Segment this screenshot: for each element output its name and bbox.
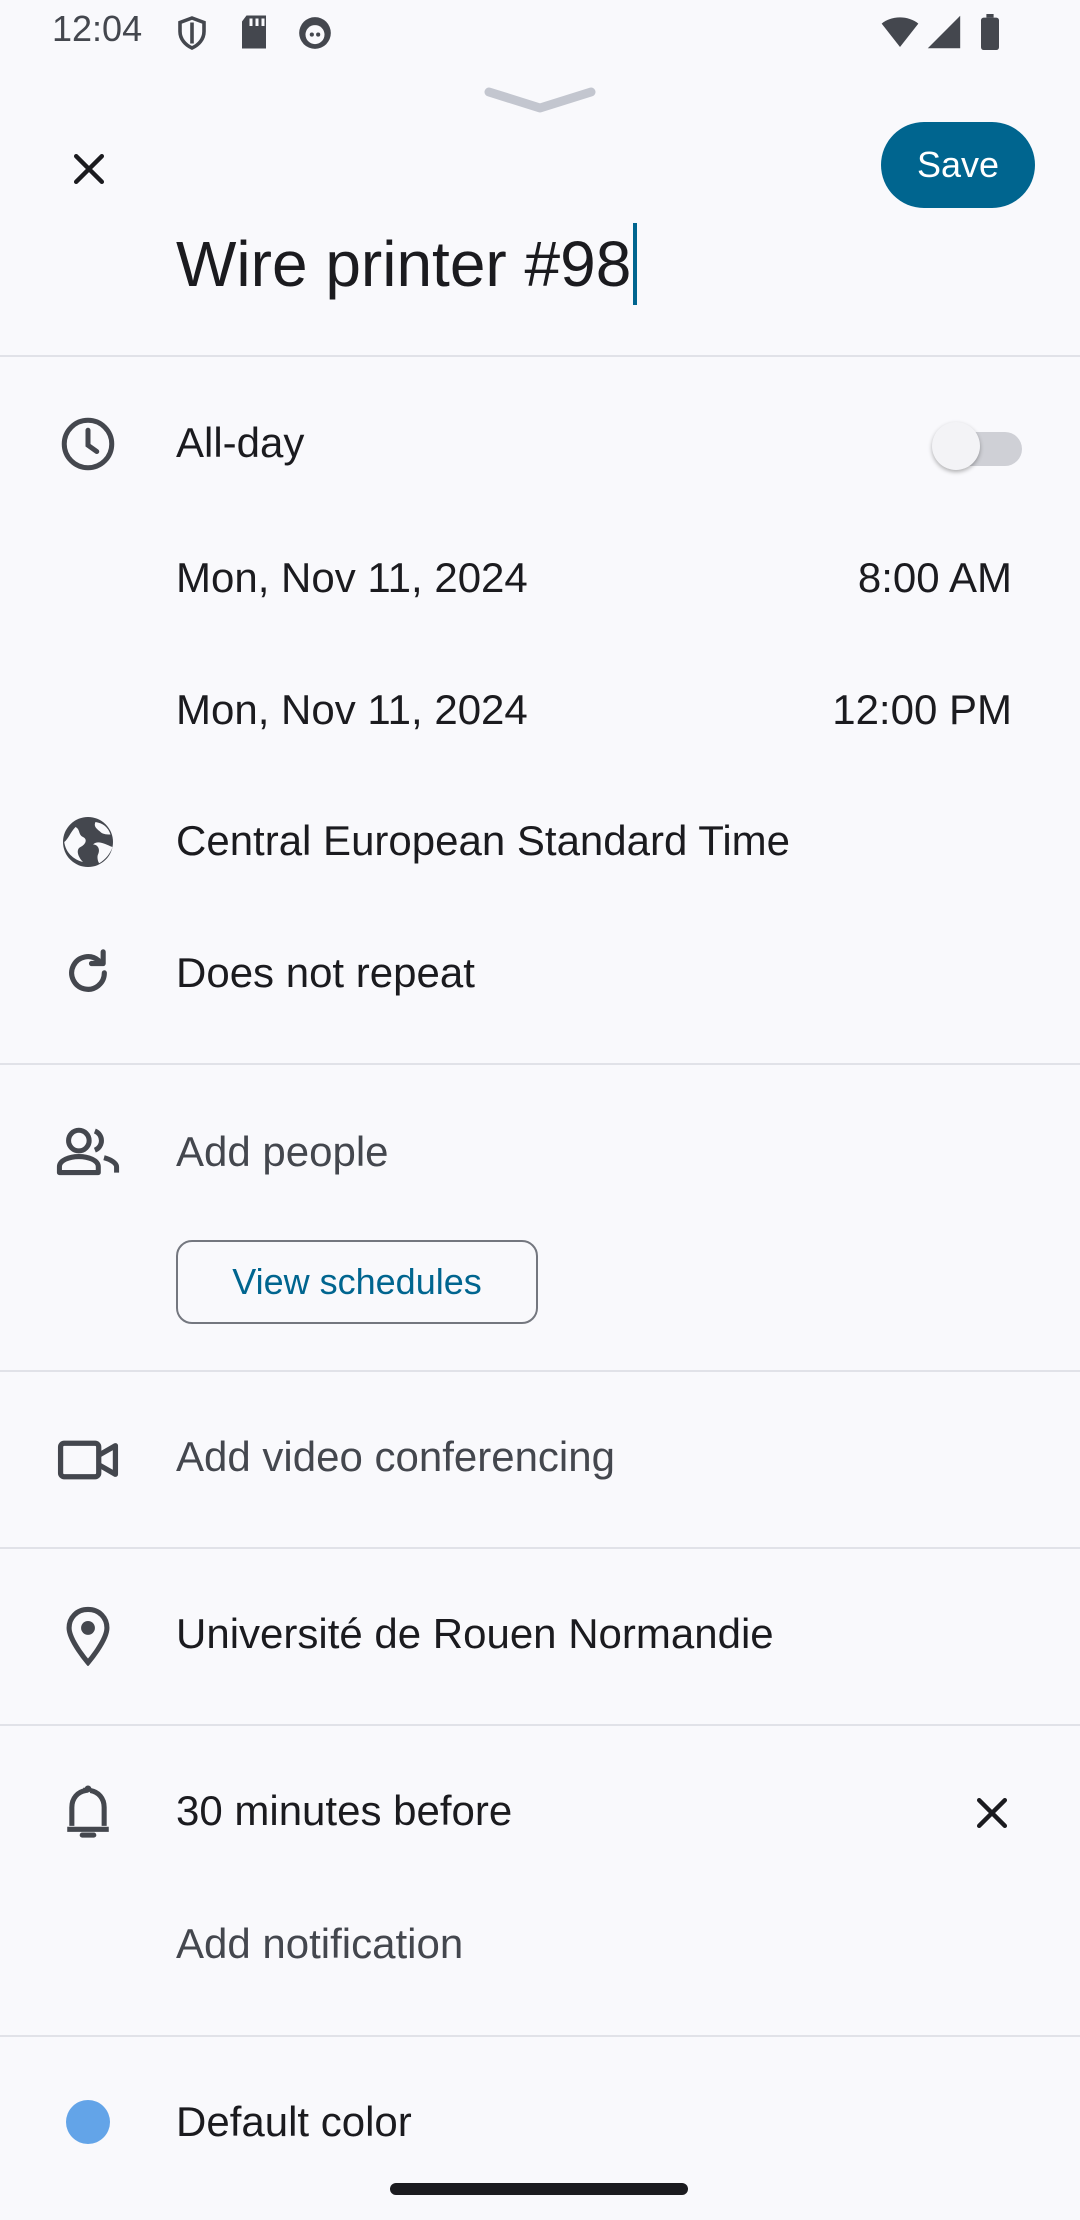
all-day-label: All-day xyxy=(176,419,305,466)
add-video-conferencing[interactable]: Add video conferencing xyxy=(176,1433,615,1481)
color-swatch xyxy=(66,2100,110,2144)
sd-card-icon xyxy=(238,14,270,55)
start-date[interactable]: Mon, Nov 11, 2024 xyxy=(176,554,528,602)
title-field[interactable]: Wire printer #98 xyxy=(176,222,638,306)
close-button[interactable] xyxy=(58,138,120,200)
close-icon xyxy=(73,153,105,185)
divider xyxy=(0,355,1080,357)
all-day-toggle[interactable] xyxy=(932,420,1022,470)
drag-handle[interactable] xyxy=(483,84,597,125)
end-time[interactable]: 12:00 PM xyxy=(832,686,1012,734)
divider xyxy=(0,2035,1080,2037)
status-bar: 12:04 xyxy=(0,0,1080,66)
gesture-navigation-bar[interactable] xyxy=(390,2183,688,2195)
toggle-thumb xyxy=(932,422,980,470)
globe-icon xyxy=(56,810,120,874)
timezone[interactable]: Central European Standard Time xyxy=(176,817,790,865)
view-schedules-button[interactable]: View schedules xyxy=(176,1240,538,1324)
close-icon xyxy=(976,1797,1008,1829)
bell-icon xyxy=(56,1780,120,1844)
video-camera-icon xyxy=(56,1428,120,1492)
end-date[interactable]: Mon, Nov 11, 2024 xyxy=(176,686,528,734)
status-time: 12:04 xyxy=(52,8,143,49)
signal-icon xyxy=(926,14,962,55)
save-button[interactable]: Save xyxy=(881,122,1035,208)
text-cursor xyxy=(633,223,638,305)
repeat-icon xyxy=(56,942,120,1006)
event-title: Wire printer #98 xyxy=(176,228,632,300)
add-notification[interactable]: Add notification xyxy=(176,1920,463,1968)
android-icon xyxy=(296,14,334,57)
divider xyxy=(0,1547,1080,1549)
add-people-field[interactable]: Add people xyxy=(176,1128,389,1176)
start-time[interactable]: 8:00 AM xyxy=(858,554,1012,602)
remove-notification-button[interactable] xyxy=(961,1782,1023,1844)
divider xyxy=(0,1724,1080,1726)
shield-icon xyxy=(174,14,210,57)
battery-icon xyxy=(978,14,1002,55)
wifi-icon xyxy=(880,14,920,55)
color-option[interactable]: Default color xyxy=(176,2098,412,2146)
notification-value[interactable]: 30 minutes before xyxy=(176,1787,512,1835)
divider xyxy=(0,1063,1080,1065)
repeat-option[interactable]: Does not repeat xyxy=(176,949,475,997)
location-pin-icon xyxy=(56,1604,120,1668)
location[interactable]: Université de Rouen Normandie xyxy=(176,1610,774,1658)
clock-icon xyxy=(56,412,120,476)
divider xyxy=(0,1370,1080,1372)
people-icon xyxy=(56,1120,120,1184)
